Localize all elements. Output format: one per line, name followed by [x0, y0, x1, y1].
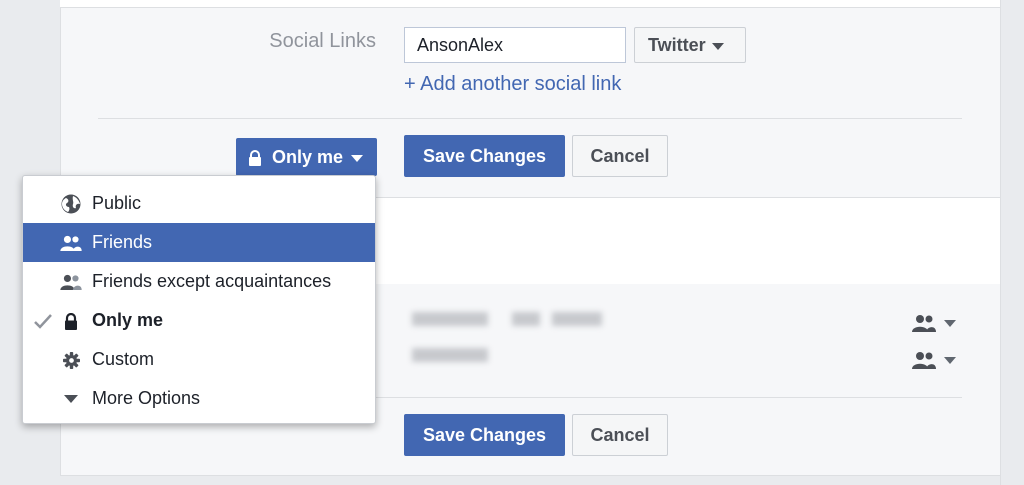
friends-icon [912, 315, 936, 332]
menu-item-label: Public [92, 193, 142, 213]
friends-icon [60, 233, 82, 253]
right-background [1000, 0, 1024, 485]
globe-icon [60, 194, 82, 214]
social-network-label: Twitter [648, 35, 706, 55]
lock-icon [249, 150, 261, 166]
redacted-text [412, 348, 488, 362]
social-handle-input[interactable]: AnsonAlex [404, 27, 626, 63]
chevron-down-icon [711, 42, 724, 50]
section-top-edge [60, 0, 1000, 8]
audience-menu: Public Friends Friends except acquaintan… [22, 175, 376, 424]
audience-selector-button[interactable]: Only me [236, 138, 377, 176]
redacted-text [552, 312, 602, 326]
chevron-down-icon [351, 154, 364, 162]
audience-dropdown[interactable] [912, 312, 958, 334]
menu-item-label: Friends [92, 232, 153, 252]
social-links-label: Social Links [269, 30, 376, 52]
divider [98, 118, 962, 119]
menu-item-label: More Options [92, 388, 201, 408]
menu-item-only-me[interactable]: Only me [23, 301, 375, 340]
redacted-text [512, 312, 540, 326]
menu-item-label: Friends except acquaintances [92, 271, 332, 291]
friends-icon [912, 352, 936, 369]
lock-icon [60, 311, 82, 331]
caret-down-icon [60, 389, 82, 409]
chevron-down-icon [944, 356, 956, 364]
gear-icon [60, 350, 82, 370]
menu-item-friends[interactable]: Friends [23, 223, 375, 262]
menu-item-label: Only me [92, 310, 164, 330]
social-network-select[interactable]: Twitter [634, 27, 746, 63]
cancel-button[interactable]: Cancel [572, 135, 668, 177]
save-changes-button[interactable]: Save Changes [404, 414, 565, 456]
chevron-down-icon [944, 319, 956, 327]
cancel-button[interactable]: Cancel [572, 414, 668, 456]
add-social-link[interactable]: + Add another social link [404, 73, 621, 96]
checkmark-icon [34, 314, 52, 329]
friends-except-icon [60, 272, 82, 292]
redacted-text [412, 312, 488, 326]
menu-item-custom[interactable]: Custom [23, 340, 375, 379]
menu-item-public[interactable]: Public [23, 184, 375, 223]
save-changes-button[interactable]: Save Changes [404, 135, 565, 177]
menu-item-more-options[interactable]: More Options [23, 379, 375, 418]
audience-dropdown[interactable] [912, 349, 958, 371]
audience-selector-label: Only me [272, 147, 344, 167]
menu-item-friends-except[interactable]: Friends except acquaintances [23, 262, 375, 301]
menu-item-label: Custom [92, 349, 155, 369]
